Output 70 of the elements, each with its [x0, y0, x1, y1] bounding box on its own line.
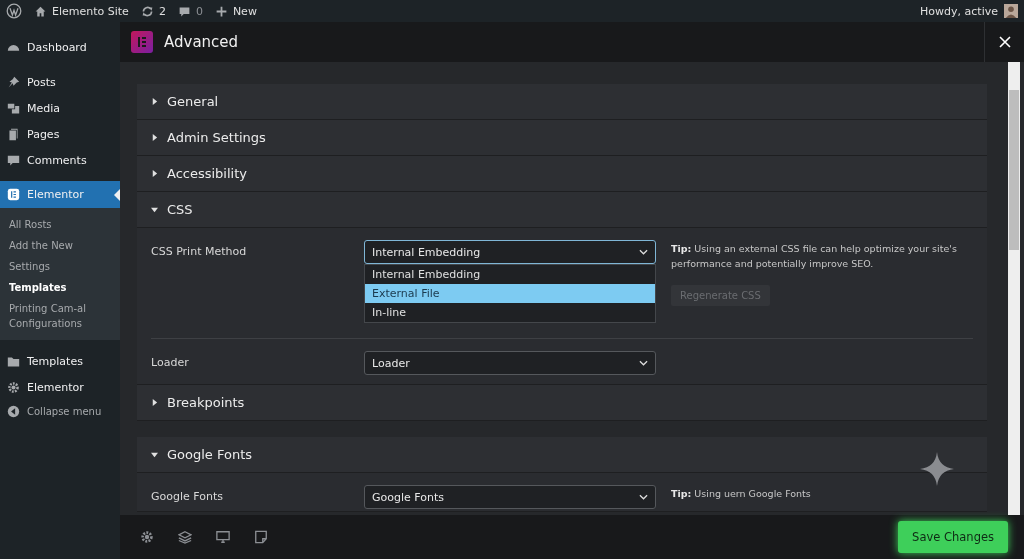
- caret-icon: [151, 134, 158, 141]
- pages-icon: [7, 127, 20, 141]
- dropdown-option[interactable]: Internal Embedding: [365, 265, 655, 284]
- elementor-logo-icon: [131, 31, 153, 53]
- page-icon[interactable]: [254, 530, 268, 544]
- submenu-item[interactable]: Settings: [0, 256, 120, 277]
- scrollbar[interactable]: [1008, 62, 1020, 515]
- submenu-item[interactable]: Printing Cam-al Configurations: [0, 298, 120, 334]
- comment-icon: [7, 153, 20, 167]
- sidebar-item[interactable]: Comments: [0, 147, 120, 173]
- caret-icon: [151, 451, 158, 458]
- settings-icon[interactable]: [140, 530, 154, 544]
- sidebar-item[interactable]: Elementor: [0, 374, 120, 400]
- admin-bar-item[interactable]: 0: [177, 4, 203, 18]
- section-header[interactable]: Breakpoints: [137, 385, 987, 420]
- sidebar-item[interactable]: Media: [0, 95, 120, 121]
- sidebar-item[interactable]: Dashboard: [0, 34, 120, 60]
- save-changes-button[interactable]: Save Changes: [898, 521, 1008, 553]
- plus-icon: [214, 4, 228, 18]
- elementor-logo-icon: [7, 188, 20, 201]
- section-header[interactable]: Accessibility: [137, 156, 987, 191]
- home-icon: [34, 4, 47, 18]
- chevron-down-icon: [639, 494, 648, 500]
- tip-text: Tip: Using uern Google Fonts: [671, 487, 811, 501]
- select-field[interactable]: Loader: [364, 351, 656, 375]
- dropdown-option[interactable]: External File: [365, 284, 655, 303]
- sidebar-item[interactable]: Pages: [0, 121, 120, 147]
- scrollbar-thumb[interactable]: [1009, 90, 1019, 250]
- admin-bar-item[interactable]: Elemento Site: [34, 4, 129, 18]
- section-header[interactable]: CSS: [137, 192, 987, 227]
- select-field[interactable]: Internal Embedding: [364, 240, 656, 264]
- collapse-icon: [7, 404, 20, 418]
- submenu-item[interactable]: All Rosts: [0, 214, 120, 235]
- section-header[interactable]: Admin Settings: [137, 120, 987, 155]
- caret-icon: [151, 206, 158, 213]
- section-header[interactable]: Google Fonts: [137, 437, 987, 472]
- sidebar-item[interactable]: Templates: [0, 348, 120, 374]
- sidebar-item[interactable]: Elementor: [0, 181, 120, 208]
- comment-icon: [177, 4, 191, 18]
- avatar-icon[interactable]: [1004, 4, 1018, 18]
- folder-icon: [7, 354, 20, 368]
- chevron-down-icon: [639, 249, 648, 255]
- field-label: Google Fonts: [151, 489, 224, 503]
- caret-icon: [151, 399, 158, 406]
- sidebar-item[interactable]: Posts: [0, 69, 120, 95]
- sparkle-icon: [920, 452, 954, 486]
- tip-text: Tip: Using an external CSS file can help optimize your site's performance and potentially improve SEO.: [671, 242, 958, 271]
- select-field[interactable]: Google Fonts: [364, 485, 656, 509]
- caret-icon: [151, 98, 158, 105]
- layers-icon[interactable]: [178, 530, 192, 544]
- refresh-icon: [140, 4, 154, 18]
- sidebar-item[interactable]: Collapse menu: [0, 400, 120, 422]
- field-label: CSS Print Method: [151, 244, 248, 258]
- media-icon: [7, 101, 20, 115]
- field-label: Loader: [151, 355, 190, 369]
- chevron-down-icon: [639, 360, 648, 366]
- pin-icon: [7, 75, 20, 89]
- submenu-item[interactable]: Add the New: [0, 235, 120, 256]
- admin-bar-item[interactable]: 2: [140, 4, 166, 18]
- close-icon: [998, 36, 1011, 48]
- user-greeting[interactable]: Howdy, active: [920, 4, 998, 18]
- modal-title: Advanced: [164, 33, 239, 51]
- caret-icon: [151, 170, 158, 177]
- settings-icon: [7, 380, 20, 394]
- dropdown-option[interactable]: In-line: [365, 303, 655, 322]
- desktop-icon[interactable]: [216, 530, 230, 544]
- section-header[interactable]: General: [137, 84, 987, 119]
- wordpress-logo-icon[interactable]: [6, 3, 22, 19]
- admin-bar-item[interactable]: New: [214, 4, 257, 18]
- submenu-item[interactable]: Templates: [0, 277, 120, 298]
